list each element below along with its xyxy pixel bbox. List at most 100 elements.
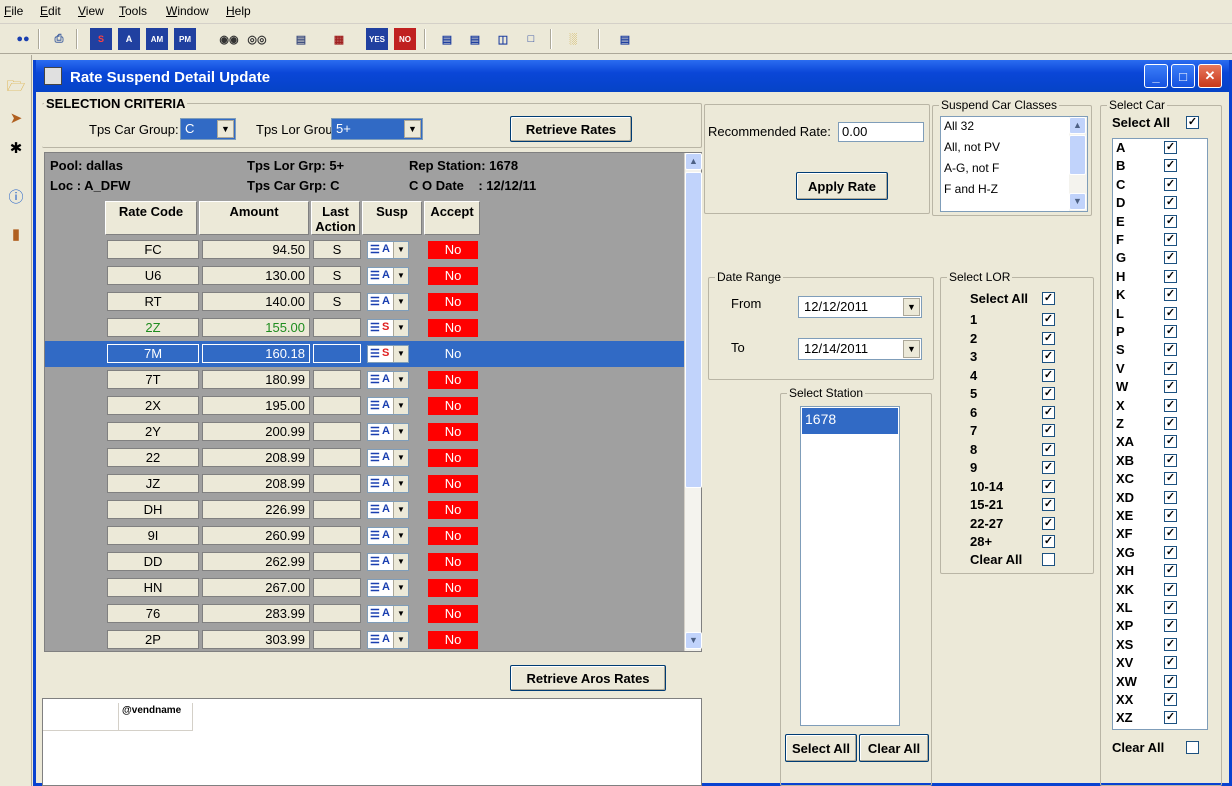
tool-pm-icon[interactable]: PM xyxy=(174,28,196,50)
susp-select[interactable]: ☰ A ▼ xyxy=(367,397,409,415)
car-item-checkbox[interactable]: ✓ xyxy=(1164,343,1177,357)
rate-code-cell[interactable]: FC xyxy=(107,240,199,259)
last-action-cell[interactable] xyxy=(313,630,361,649)
table-icon[interactable]: ▦ xyxy=(328,28,350,50)
accept-cell[interactable]: No xyxy=(428,631,478,649)
chevron-down-icon[interactable]: ▼ xyxy=(393,372,408,388)
lor-clear-all-checkbox[interactable] xyxy=(1042,553,1055,566)
table-row[interactable]: 2X 195.00 ☰ A ▼ No xyxy=(45,393,685,419)
rate-code-cell[interactable]: 2P xyxy=(107,630,199,649)
table-row[interactable]: HN 267.00 ☰ A ▼ No xyxy=(45,575,685,601)
scroll-up-icon[interactable]: ▲ xyxy=(685,153,702,170)
amount-cell[interactable]: 200.99 xyxy=(202,422,310,441)
menu-tools[interactable]: Tools xyxy=(119,4,147,18)
rate-code-cell[interactable]: 2X xyxy=(107,396,199,415)
table-row[interactable]: 9I 260.99 ☰ A ▼ No xyxy=(45,523,685,549)
susp-select[interactable]: ☰ A ▼ xyxy=(367,527,409,545)
car-item-checkbox[interactable]: ✓ xyxy=(1164,233,1177,246)
station-item[interactable]: 1678 xyxy=(802,408,898,434)
maximize-button[interactable]: □ xyxy=(1171,64,1195,88)
car-item-checkbox[interactable]: ✓ xyxy=(1164,656,1177,670)
susp-select[interactable]: ☰ A ▼ xyxy=(367,241,409,259)
susp-select[interactable]: ☰ A ▼ xyxy=(367,267,409,285)
col-susp[interactable]: Susp xyxy=(362,201,422,235)
accept-cell[interactable]: No xyxy=(428,475,478,493)
car-item-checkbox[interactable]: ✓ xyxy=(1164,637,1177,651)
chevron-down-icon[interactable]: ▼ xyxy=(393,606,408,622)
amount-cell[interactable]: 155.00 xyxy=(202,318,310,337)
table-row[interactable]: DH 226.99 ☰ A ▼ No xyxy=(45,497,685,523)
chevron-down-icon[interactable]: ▼ xyxy=(393,320,408,336)
accept-cell[interactable]: No xyxy=(428,293,478,311)
chevron-down-icon[interactable]: ▼ xyxy=(393,242,408,258)
car-group-select[interactable]: C ▼ xyxy=(180,118,236,140)
scroll-thumb[interactable] xyxy=(1069,135,1086,175)
accept-cell[interactable]: No xyxy=(428,501,478,519)
susp-select[interactable]: ☰ A ▼ xyxy=(367,631,409,649)
accept-cell[interactable]: No xyxy=(428,241,478,259)
rate-code-cell[interactable]: HN xyxy=(107,578,199,597)
chart-icon[interactable]: ░ xyxy=(562,28,584,50)
to-date-select[interactable]: 12/14/2011 ▼ xyxy=(798,338,922,360)
car-item-checkbox[interactable]: ✓ xyxy=(1164,177,1177,191)
car-item-checkbox[interactable]: ✓ xyxy=(1164,564,1177,578)
accept-cell[interactable]: No xyxy=(428,423,478,441)
binoculars-icon[interactable]: ◉◉ xyxy=(218,28,240,50)
car-item-checkbox[interactable]: ✓ xyxy=(1164,582,1177,596)
chevron-down-icon[interactable]: ▼ xyxy=(903,298,920,316)
last-action-cell[interactable] xyxy=(313,500,361,519)
chevron-down-icon[interactable]: ▼ xyxy=(393,502,408,518)
lor-select-all-checkbox[interactable]: ✓ xyxy=(1042,292,1055,305)
scroll-up-icon[interactable]: ▲ xyxy=(1069,117,1086,134)
users-icon[interactable]: ●● xyxy=(12,28,34,50)
susp-select[interactable]: ☰ A ▼ xyxy=(367,501,409,519)
window-icon[interactable]: □ xyxy=(520,28,542,50)
car-item-checkbox[interactable]: ✓ xyxy=(1164,325,1177,338)
chevron-down-icon[interactable]: ▼ xyxy=(393,346,408,362)
last-action-cell[interactable] xyxy=(313,318,361,337)
rate-code-cell[interactable]: 7T xyxy=(107,370,199,389)
scroll-down-icon[interactable]: ▼ xyxy=(685,632,702,649)
lor-group-select[interactable]: 5+ ▼ xyxy=(331,118,423,140)
susp-select[interactable]: ☰ A ▼ xyxy=(367,579,409,597)
accept-cell[interactable]: No xyxy=(428,397,478,415)
lor-item-checkbox[interactable]: ✓ xyxy=(1042,461,1055,474)
susp-select[interactable]: ☰ A ▼ xyxy=(367,449,409,467)
susp-select[interactable]: ☰ A ▼ xyxy=(367,371,409,389)
last-action-cell[interactable] xyxy=(313,370,361,389)
last-action-cell[interactable] xyxy=(313,526,361,545)
car-item-checkbox[interactable]: ✓ xyxy=(1164,601,1177,614)
lor-item-checkbox[interactable]: ✓ xyxy=(1042,331,1055,345)
car-item-checkbox[interactable]: ✓ xyxy=(1164,472,1177,486)
binoculars-alt-icon[interactable]: ◎◎ xyxy=(246,28,268,50)
retrieve-aros-rates-button[interactable]: Retrieve Aros Rates xyxy=(510,665,666,691)
table-row[interactable]: U6 130.00 S ☰ A ▼ No xyxy=(45,263,685,289)
chevron-down-icon[interactable]: ▼ xyxy=(393,424,408,440)
chevron-down-icon[interactable]: ▼ xyxy=(393,398,408,414)
rate-code-cell[interactable]: 22 xyxy=(107,448,199,467)
table-row[interactable]: 22 208.99 ☰ A ▼ No xyxy=(45,445,685,471)
rate-code-cell[interactable]: 76 xyxy=(107,604,199,623)
lor-item-checkbox[interactable]: ✓ xyxy=(1042,535,1055,548)
suspend-class-item[interactable]: F and H-Z xyxy=(944,182,998,196)
car-item-checkbox[interactable]: ✓ xyxy=(1164,527,1177,541)
accept-cell[interactable]: No xyxy=(428,527,478,545)
lor-item-checkbox[interactable]: ✓ xyxy=(1042,516,1055,530)
tile-vertical-icon[interactable]: ◫ xyxy=(492,28,514,50)
runner-icon[interactable]: ✱ xyxy=(5,137,27,159)
suspend-class-item[interactable]: A-G, not F xyxy=(944,161,999,175)
lor-item-checkbox[interactable]: ✓ xyxy=(1042,313,1055,326)
amount-cell[interactable]: 208.99 xyxy=(202,474,310,493)
scroll-thumb[interactable] xyxy=(685,172,702,488)
car-item-checkbox[interactable]: ✓ xyxy=(1164,674,1177,688)
tool-s-icon[interactable]: S xyxy=(90,28,112,50)
lor-item-checkbox[interactable]: ✓ xyxy=(1042,387,1055,400)
amount-cell[interactable]: 283.99 xyxy=(202,604,310,623)
car-item-checkbox[interactable]: ✓ xyxy=(1164,435,1177,449)
car-item-checkbox[interactable]: ✓ xyxy=(1164,251,1177,265)
amount-cell[interactable]: 130.00 xyxy=(202,266,310,285)
car-item-checkbox[interactable]: ✓ xyxy=(1164,398,1177,412)
col-last-action[interactable]: Last Action xyxy=(311,201,360,235)
close-button[interactable]: ✕ xyxy=(1198,64,1222,88)
chevron-down-icon[interactable]: ▼ xyxy=(393,580,408,596)
